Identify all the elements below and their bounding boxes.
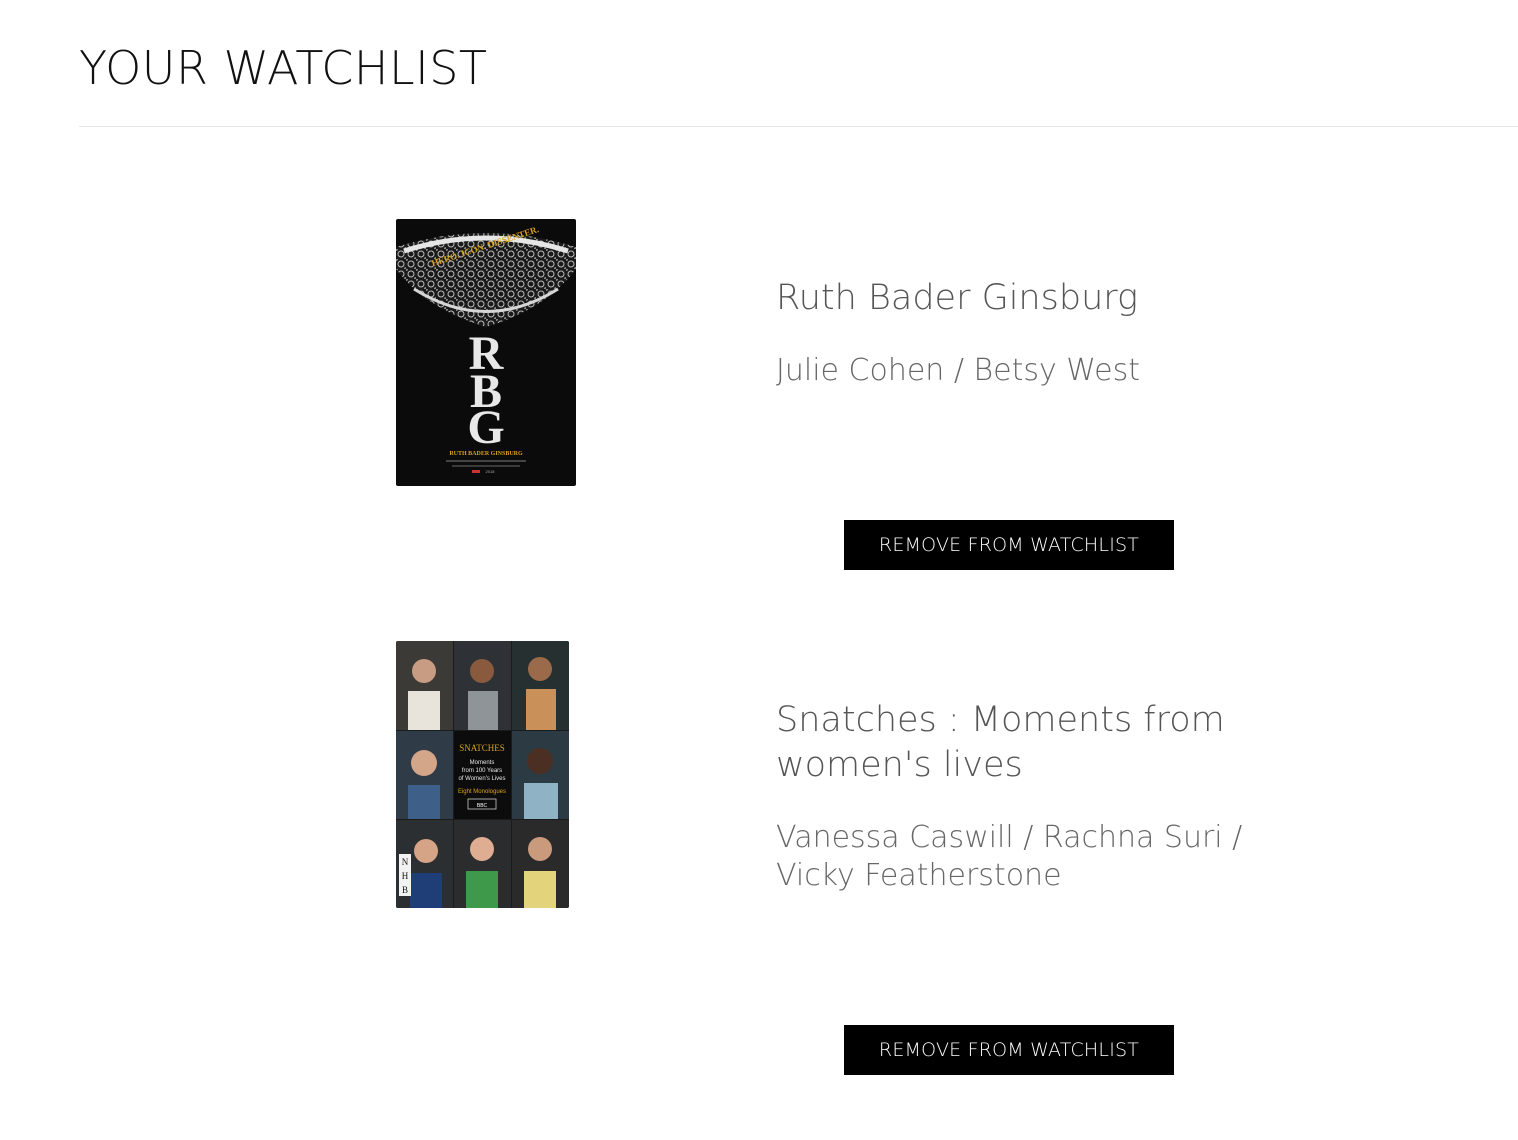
- poster-image-rbg[interactable]: HERO. ICON. DISSENTER. R B G RUTH BADER …: [396, 219, 576, 486]
- remove-from-watchlist-button[interactable]: REMOVE FROM WATCHLIST: [844, 520, 1174, 570]
- poster-publisher-b: B: [402, 885, 408, 895]
- item-title[interactable]: Snatches : Moments from women's lives: [776, 698, 1256, 788]
- poster-publisher-h: H: [402, 871, 409, 881]
- poster-note: Eight Monologues: [458, 789, 506, 795]
- watchlist-page: YOUR WATCHLIST HERO. ICON. DISSENTER. R …: [0, 0, 1518, 1140]
- remove-from-watchlist-button[interactable]: REMOVE FROM WATCHLIST: [844, 1025, 1174, 1075]
- poster-publisher-n: N: [402, 857, 409, 867]
- page-title: YOUR WATCHLIST: [79, 41, 488, 95]
- poster-badge: BBC: [477, 803, 488, 809]
- poster-subheading-line: from 100 Years: [462, 768, 502, 774]
- divider: [79, 126, 1518, 127]
- item-title[interactable]: Ruth Bader Ginsburg: [776, 276, 1256, 321]
- poster-heading: SNATCHES: [459, 743, 505, 753]
- poster-year: 2018: [486, 469, 496, 474]
- snatches-poster-art: SNATCHES Moments from 100 Years of Women…: [396, 641, 569, 908]
- item-authors: Vanessa Caswill / Rachna Suri / Vicky Fe…: [776, 820, 1243, 893]
- poster-image-snatches[interactable]: SNATCHES Moments from 100 Years of Women…: [396, 641, 569, 908]
- poster-subheading-line: of Women's Lives: [458, 776, 505, 782]
- poster-subtitle: RUTH BADER GINSBURG: [449, 451, 523, 457]
- poster-letter-g: G: [467, 401, 504, 454]
- rbg-poster-art: HERO. ICON. DISSENTER. R B G RUTH BADER …: [396, 219, 576, 486]
- item-authors: Julie Cohen / Betsy West: [776, 353, 1141, 388]
- poster-subheading-line: Moments: [470, 760, 495, 766]
